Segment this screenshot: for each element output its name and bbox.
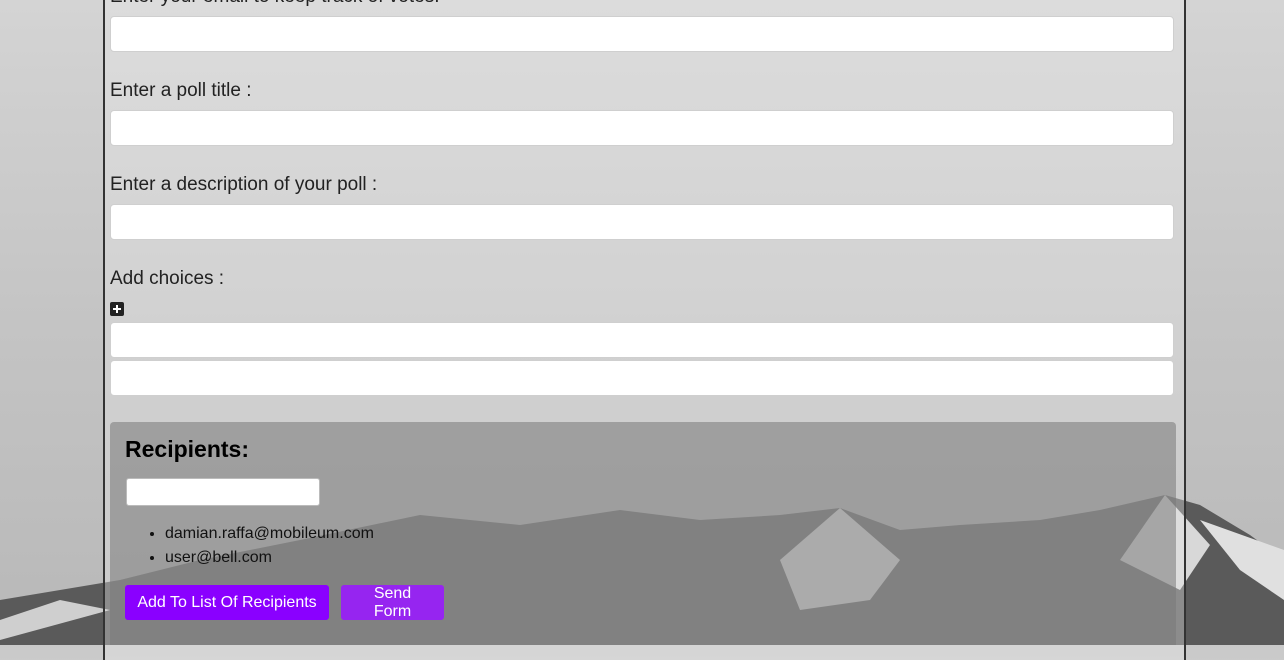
- choices-label: Add choices :: [110, 268, 225, 289]
- email-label: Enter your email to keep track of votes:: [110, 0, 440, 8]
- choice-field-1[interactable]: [110, 322, 1174, 358]
- poll-description-label: Enter a description of your poll :: [110, 174, 378, 195]
- recipient-item: damian.raffa@mobileum.com: [165, 522, 374, 546]
- poll-title-field[interactable]: [110, 110, 1174, 146]
- recipient-item: user@bell.com: [165, 546, 374, 570]
- poll-description-field[interactable]: [110, 204, 1174, 240]
- poll-title-label: Enter a poll title :: [110, 80, 252, 101]
- plus-square-icon[interactable]: [110, 302, 124, 316]
- recipients-panel: Recipients: damian.raffa@mobileum.com us…: [110, 422, 1176, 645]
- recipients-title: Recipients:: [125, 436, 249, 462]
- recipient-input[interactable]: [126, 478, 320, 506]
- send-form-button[interactable]: Send Form: [341, 585, 444, 620]
- recipient-list: damian.raffa@mobileum.com user@bell.com: [145, 522, 374, 570]
- choice-field-2[interactable]: [110, 360, 1174, 396]
- add-recipient-button[interactable]: Add To List Of Recipients: [125, 585, 329, 620]
- email-field[interactable]: [110, 16, 1174, 52]
